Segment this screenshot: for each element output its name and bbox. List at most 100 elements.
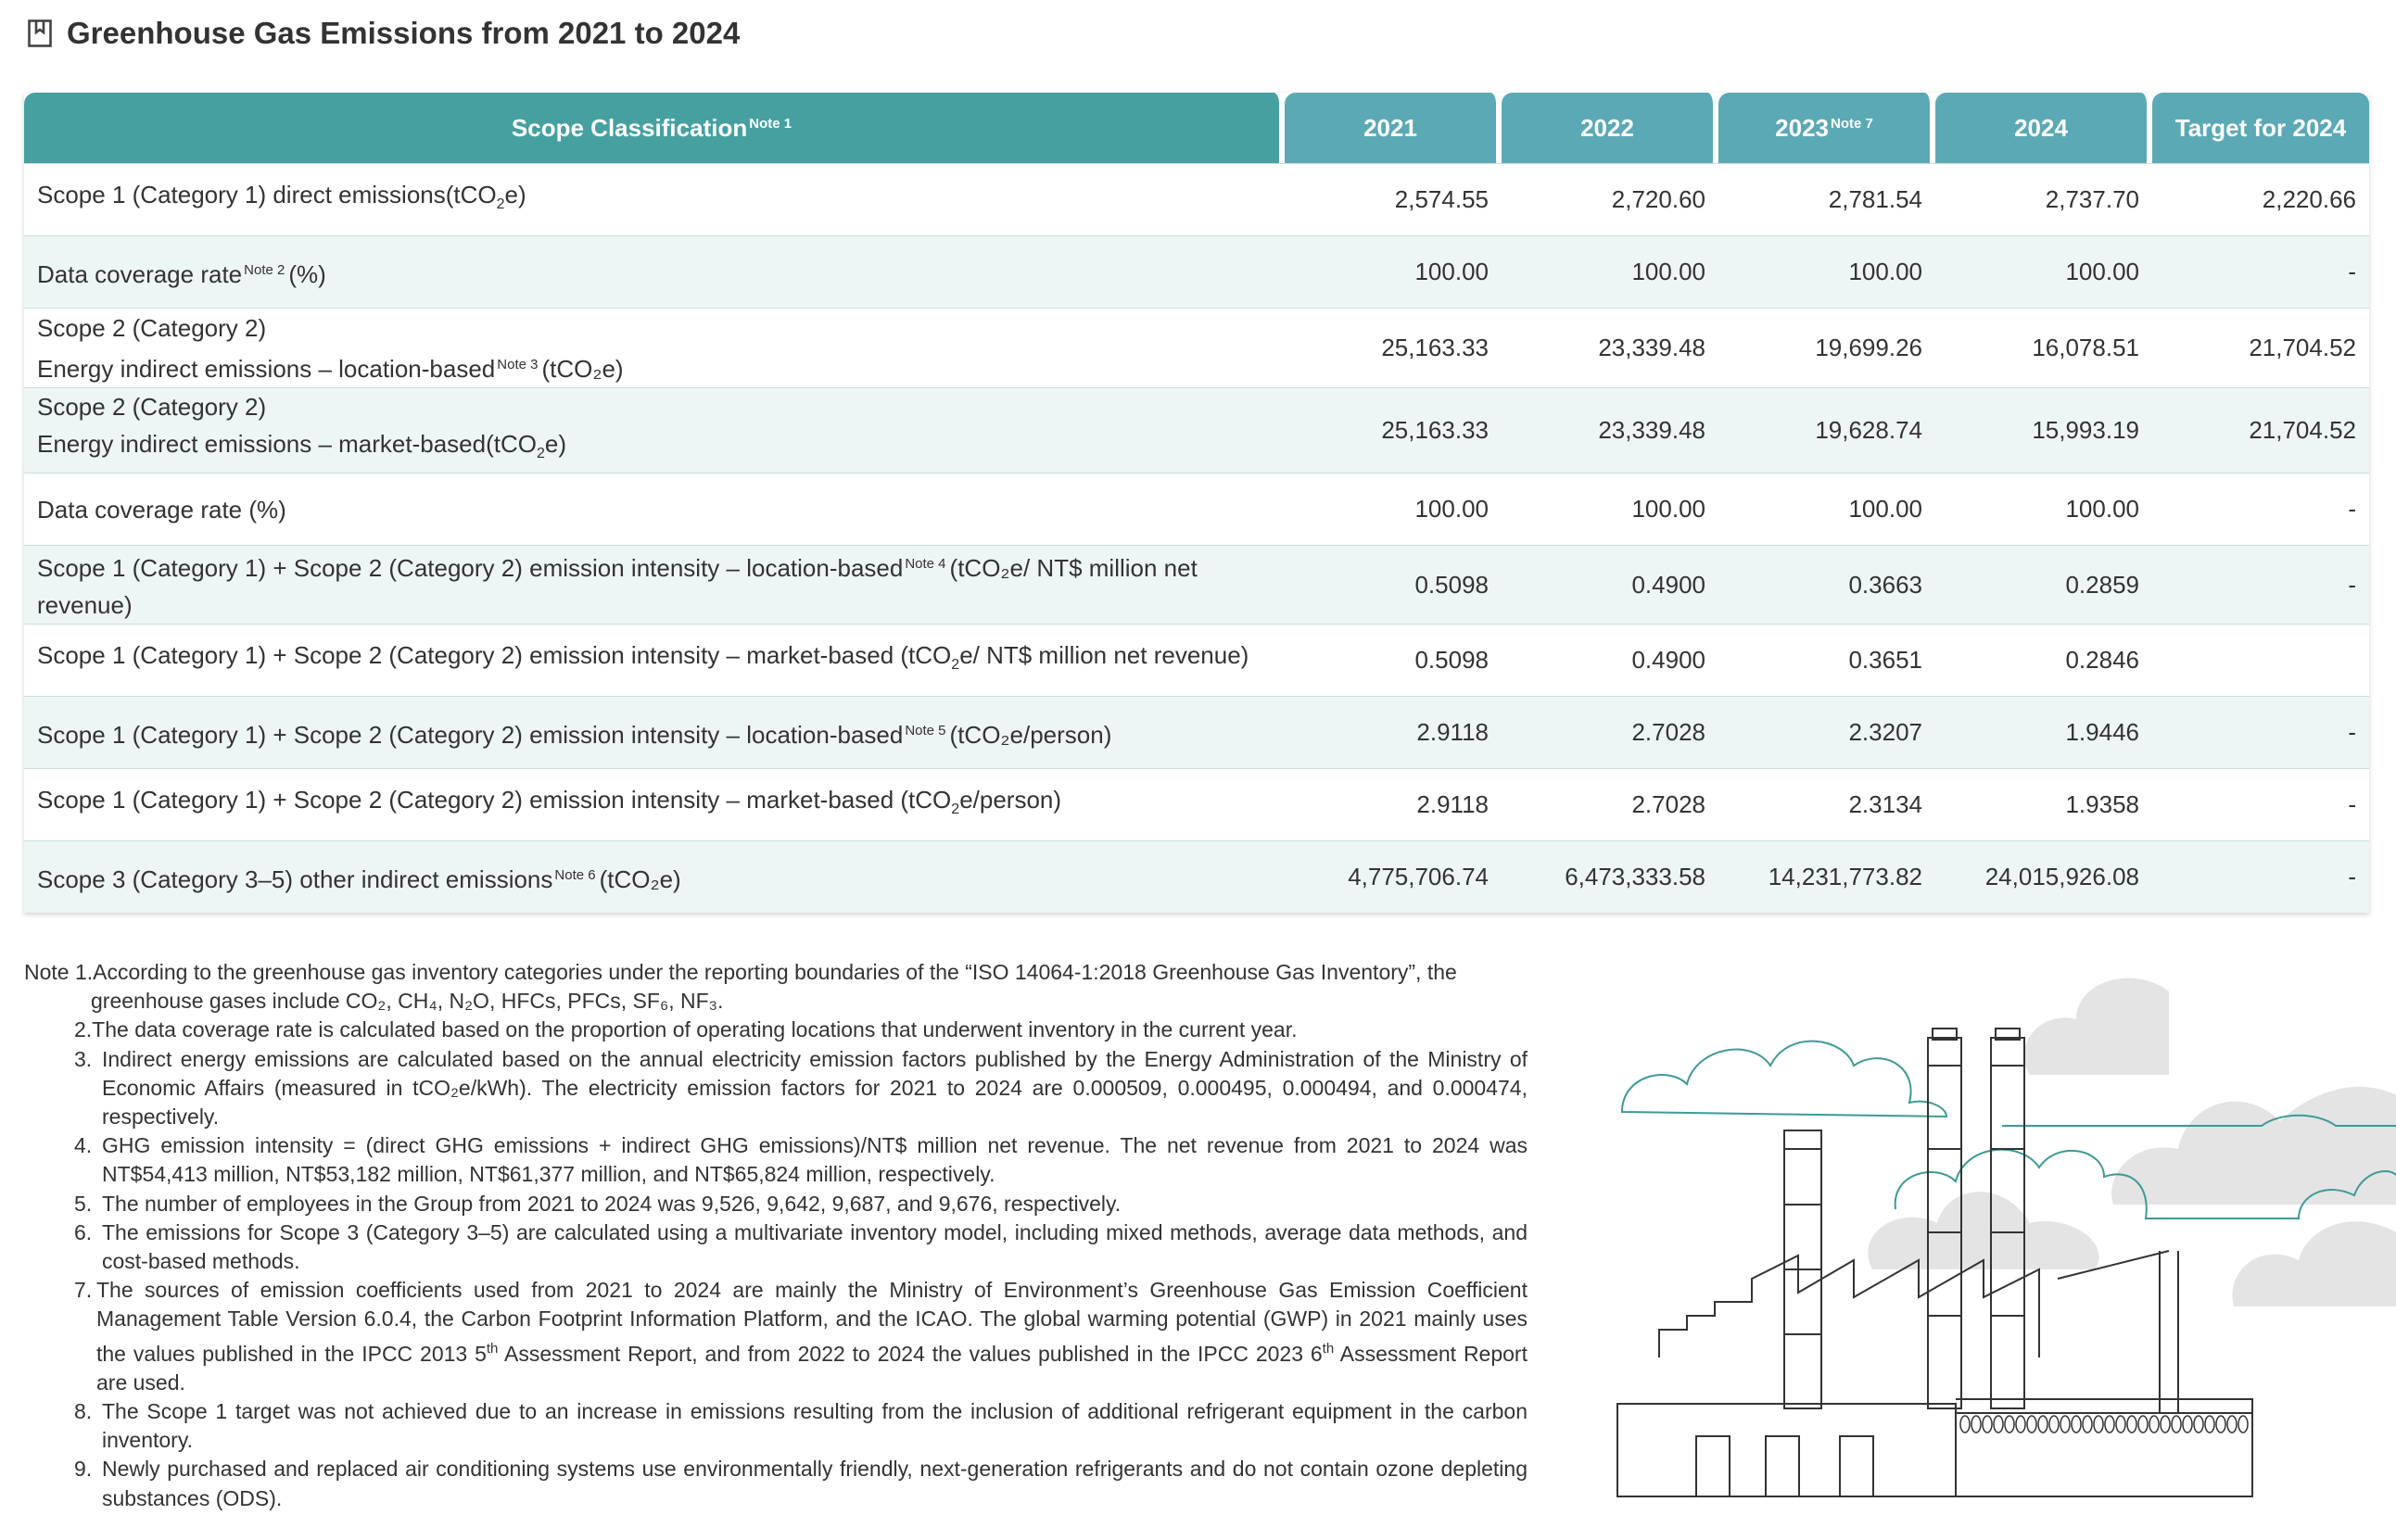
table-cell-value: 23,339.48 (1502, 308, 1718, 387)
table-cell-value: 0.3651 (1718, 624, 1935, 696)
row-label-note: Note 5 (905, 722, 946, 738)
table-header: Scope Classification Note 1 2021 2022 2023 No… (24, 93, 2369, 163)
factory-illustration (1616, 978, 2396, 1497)
note-number: 8. (74, 1399, 93, 1424)
table-row: Data coverage rate (%) 100.00 100.00 100.00… (24, 473, 2369, 545)
row-label-note: Note 6 (554, 866, 596, 883)
column-header-label: 2023 (1775, 113, 1829, 142)
row-label: Scope 1 (Category 1) + Scope 2 (Category… (24, 696, 1285, 768)
page-title-text: Greenhouse Gas Emissions from 2021 to 20… (67, 16, 741, 50)
table-row: Scope 1 (Category 1) + Scope 2 (Category… (24, 768, 2369, 840)
row-label-unit: (tCO₂e) (599, 865, 681, 893)
row-label-text: Scope 1 (Category 1) + Scope 2 (Category… (37, 713, 1272, 753)
note-text: The Scope 1 target was not achieved due … (102, 1399, 1528, 1453)
note-item: 5. The number of employees in the Group f… (24, 1190, 1528, 1218)
column-header: 2022 (1502, 93, 1718, 163)
row-label: Scope 1 (Category 1) + Scope 2 (Category… (24, 768, 1285, 840)
table-cell-value: 2,781.54 (1718, 163, 1935, 235)
row-label-note: Note 4 (905, 556, 946, 572)
row-label-text: Scope 3 (Category 3–5) other indirect em… (37, 857, 1272, 898)
table-cell-value: 14,231,773.82 (1718, 840, 1935, 913)
row-label-main: Scope 1 (Category 1) + Scope 2 (Category… (37, 720, 904, 749)
note-7: 7. The sources of emission coefficients … (74, 1278, 1528, 1395)
column-header: Target for 2024 (2152, 93, 2369, 163)
row-label-line1: Scope 2 (Category 2) (37, 313, 267, 342)
table-cell-value: 0.3663 (1718, 545, 1935, 624)
column-header: 2021 (1285, 93, 1502, 163)
column-header-note: Note 1 (749, 115, 792, 132)
table-cell-value: 25,163.33 (1285, 387, 1502, 473)
row-label-unit: e/person) (959, 786, 1062, 814)
row-label-text: Scope 1 (Category 1) + Scope 2 (Category… (37, 637, 1272, 684)
table-cell-value: 100.00 (1718, 473, 1935, 545)
table-cell-value: 1.9358 (1935, 768, 2152, 840)
row-label-text: Scope 1 (Category 1) + Scope 2 (Category… (37, 781, 1272, 828)
note-1-gases: greenhouse gases include CO₂, CH₄, N₂O, … (91, 989, 724, 1014)
note-text: Newly purchased and replaced air conditi… (102, 1457, 1528, 1510)
page-title: Greenhouse Gas Emissions from 2021 to 20… (28, 13, 740, 54)
note-item: 8. The Scope 1 target was not achieved du… (24, 1397, 1528, 1455)
table-cell-value: 0.2859 (1935, 545, 2152, 624)
table-cell-value: 2.7028 (1502, 768, 1718, 840)
row-label-unit: (tCO₂e/person) (949, 720, 1112, 749)
row-label: Scope 2 (Category 2) Energy indirect emis… (24, 387, 1285, 473)
table-cell-value: 2.9118 (1285, 696, 1502, 768)
note-text: Indirect energy emissions are calculated… (102, 1046, 1528, 1130)
row-label-main: Energy indirect emissions – location-bas… (37, 354, 496, 383)
column-header-label: 2022 (1580, 113, 1634, 142)
column-header-label: Scope Classification (511, 113, 748, 142)
table-cell-value: 1.9446 (1935, 696, 2152, 768)
table-cell-value: 15,993.19 (1935, 387, 2152, 473)
row-label-unit: e/ NT$ million net revenue) (959, 641, 1249, 669)
note-number: 9. (74, 1457, 93, 1482)
table-cell-value: 100.00 (1285, 473, 1502, 545)
row-label-line1: Scope 2 (Category 2) (37, 393, 267, 421)
row-label: Scope 1 (Category 1) + Scope 2 (Category… (24, 624, 1285, 696)
note-2: 2.The data coverage rate is calculated b… (74, 1017, 1298, 1042)
row-label-subscript: 2 (951, 657, 960, 673)
row-label-text: Scope 1 (Category 1) direct emissions(tC… (37, 176, 1272, 223)
table-cell-value: 25,163.33 (1285, 308, 1502, 387)
table-cell-value: 21,704.52 (2152, 387, 2369, 473)
table-cell-value: 100.00 (1935, 473, 2152, 545)
table-row: Scope 3 (Category 3–5) other indirect em… (24, 840, 2369, 913)
table-row: Scope 1 (Category 1) direct emissions(tC… (24, 163, 2369, 235)
note-text: The number of employees in the Group fro… (102, 1191, 1122, 1216)
row-label: Data coverage rate Note 2 (%) (24, 235, 1285, 308)
table-row: Scope 1 (Category 1) + Scope 2 (Category… (24, 545, 2369, 624)
row-label: Scope 2 (Category 2) Energy indirect emis… (24, 308, 1285, 387)
row-label-main: Scope 1 (Category 1) + Scope 2 (Category… (37, 554, 904, 582)
note-item: 6. The emissions for Scope 3 (Category 3–… (24, 1218, 1528, 1276)
table-row: Scope 2 (Category 2) Energy indirect emis… (24, 387, 2369, 473)
row-label-main: Scope 1 (Category 1) + Scope 2 (Category… (37, 641, 952, 669)
table-cell-value: 21,704.52 (2152, 308, 2369, 387)
bookmark-icon (28, 19, 52, 47)
row-label-subscript: 2 (536, 446, 545, 461)
note-1: Note 1.According to the greenhouse gas i… (24, 960, 1457, 984)
row-label-text: Scope 1 (Category 1) + Scope 2 (Category… (37, 546, 1272, 624)
emissions-table-container: Scope Classification Note 1 2021 2022 2023 No… (24, 93, 2369, 913)
table-body: Scope 1 (Category 1) direct emissions(tC… (24, 163, 2369, 913)
table-cell-value: 6,473,333.58 (1502, 840, 1718, 913)
table-cell-value: 19,699.26 (1718, 308, 1935, 387)
table-cell-value: 100.00 (1718, 235, 1935, 308)
note-number: 6. (74, 1219, 93, 1244)
table-row: Scope 1 (Category 1) + Scope 2 (Category… (24, 696, 2369, 768)
table-cell-value: 0.2846 (1935, 624, 2152, 696)
note-item: 4. GHG emission intensity = (direct GHG e… (24, 1131, 1528, 1189)
row-label-main: Scope 1 (Category 1) + Scope 2 (Category… (37, 786, 952, 814)
table-cell-value (2152, 624, 2369, 696)
table-cell-value: 100.00 (1935, 235, 2152, 308)
table-cell-value: 2,220.66 (2152, 163, 2369, 235)
table-row: Scope 1 (Category 1) + Scope 2 (Category… (24, 624, 2369, 696)
row-label-text: Energy indirect emissions – location-bas… (37, 347, 1272, 387)
table-cell-value: - (2152, 696, 2369, 768)
note-number: 4. (74, 1133, 93, 1158)
note-number: 5. (74, 1191, 93, 1216)
table-cell-value: 2.7028 (1502, 696, 1718, 768)
emissions-table: Scope Classification Note 1 2021 2022 2023 No… (24, 93, 2369, 913)
column-header: Scope Classification Note 1 (24, 93, 1285, 163)
table-row: Data coverage rate Note 2 (%) 100.00 100.00 1… (24, 235, 2369, 308)
table-cell-value: 19,628.74 (1718, 387, 1935, 473)
table-cell-value: 0.4900 (1502, 545, 1718, 624)
